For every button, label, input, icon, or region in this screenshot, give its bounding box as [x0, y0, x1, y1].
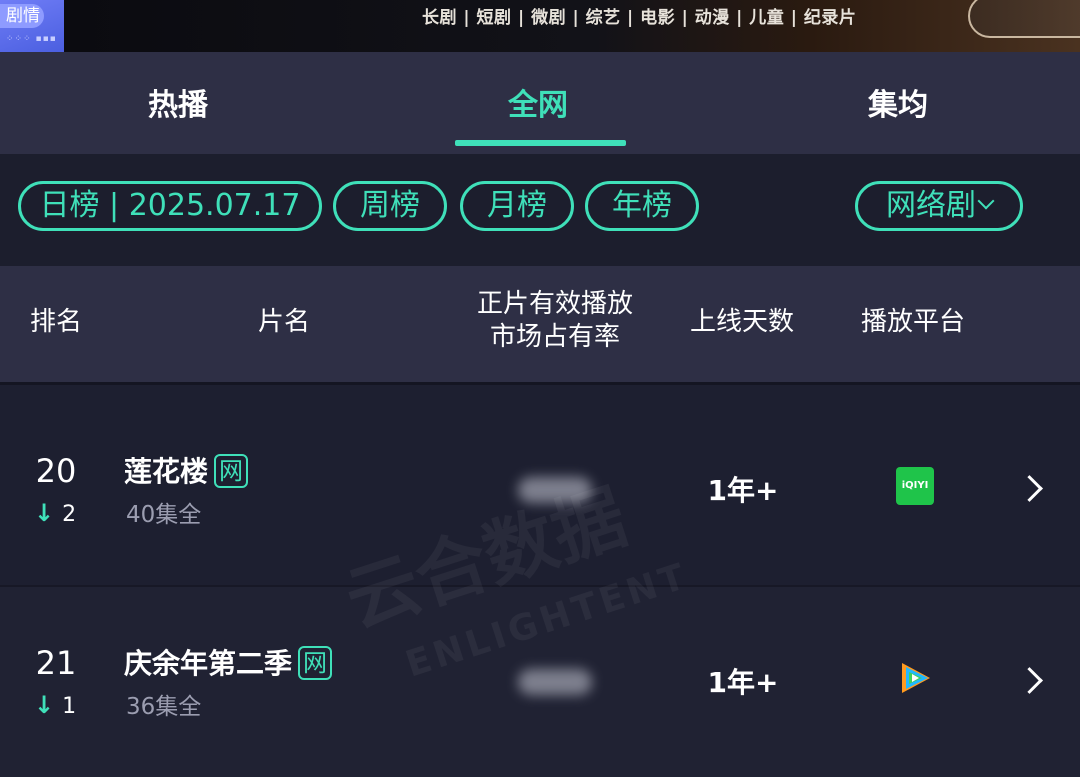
tab-hot[interactable]: 热播 — [148, 80, 208, 124]
top-banner: 剧情 ⁘⁘⁘ ▪▪▪ 长剧 | 短剧 | 微剧 | 综艺 | 电影 | 动漫 |… — [0, 0, 1080, 52]
column-market-share-line1: 正片有效播放 — [476, 289, 633, 319]
blurred-market-share — [518, 669, 592, 695]
rank-change: ↓ 2 — [34, 499, 76, 527]
search-box[interactable] — [968, 0, 1080, 38]
tab-episode-average[interactable]: 集均 — [868, 80, 928, 124]
tab-all-network[interactable]: 全网 — [508, 80, 568, 124]
banner-left-label[interactable]: 剧情 — [0, 4, 44, 28]
genre-dropdown[interactable]: 网络剧 — [855, 181, 1023, 231]
column-platform: 播放平台 — [861, 307, 966, 337]
column-days-online: 上线天数 — [690, 307, 795, 337]
banner-dots: ⁘⁘⁘ ▪▪▪ — [6, 34, 57, 44]
banner-left-tile[interactable]: 剧情 ⁘⁘⁘ ▪▪▪ — [0, 0, 64, 52]
days-online: 1年+ — [707, 474, 779, 507]
network-badge: 网 — [298, 646, 333, 680]
filter-bar: 日榜 | 2025.07.17 周榜 月榜 年榜 网络剧 — [0, 154, 1080, 266]
show-title-text: 莲花楼 — [124, 455, 209, 488]
column-rank: 排名 — [30, 307, 83, 337]
table-header: 排名 片名 正片有效播放 市场占有率 上线天数 播放平台 — [0, 266, 1080, 382]
show-title: 庆余年第二季网 — [124, 642, 333, 682]
arrow-down-icon: ↓ — [34, 499, 55, 527]
genre-dropdown-label: 网络剧 — [886, 188, 976, 223]
rank-change-value: 2 — [62, 502, 77, 527]
main-tabs: 热播 全网 集均 — [0, 52, 1080, 154]
table-row[interactable]: 20 ↓ 2 莲花楼网 40集全 1年+ iQIYI — [0, 395, 1080, 585]
rank-number: 21 — [35, 644, 77, 682]
chevron-right-icon[interactable] — [1016, 475, 1043, 502]
monthly-chart-chip[interactable]: 月榜 — [460, 181, 574, 231]
blurred-market-share — [518, 477, 592, 503]
category-strip[interactable]: 长剧 | 短剧 | 微剧 | 综艺 | 电影 | 动漫 | 儿童 | 纪录片 — [422, 3, 856, 28]
column-market-share-line2: 市场占有率 — [489, 322, 620, 352]
network-badge: 网 — [214, 454, 249, 488]
days-online: 1年+ — [707, 666, 779, 699]
episode-count: 40集全 — [126, 502, 202, 528]
column-title: 片名 — [258, 307, 311, 337]
tencent-video-icon — [896, 659, 934, 697]
active-tab-indicator — [455, 140, 626, 146]
rank-number: 20 — [35, 452, 77, 490]
chevron-down-icon — [977, 192, 995, 210]
episode-count: 36集全 — [126, 694, 202, 720]
show-title-text: 庆余年第二季 — [124, 647, 293, 680]
rank-change: ↓ 1 — [34, 691, 76, 719]
column-market-share: 正片有效播放 市场占有率 — [470, 288, 640, 354]
iqiyi-icon: iQIYI — [896, 467, 934, 505]
chevron-right-icon[interactable] — [1016, 667, 1043, 694]
tencent-video-logo — [902, 663, 930, 693]
arrow-down-icon: ↓ — [34, 691, 55, 719]
table-row[interactable]: 21 ↓ 1 庆余年第二季网 36集全 1年+ — [0, 587, 1080, 777]
show-title: 莲花楼网 — [124, 450, 249, 490]
header-divider — [0, 382, 1080, 385]
daily-chart-chip[interactable]: 日榜 | 2025.07.17 — [18, 181, 322, 231]
rank-change-value: 1 — [62, 694, 77, 719]
yearly-chart-chip[interactable]: 年榜 — [585, 181, 699, 231]
weekly-chart-chip[interactable]: 周榜 — [333, 181, 447, 231]
